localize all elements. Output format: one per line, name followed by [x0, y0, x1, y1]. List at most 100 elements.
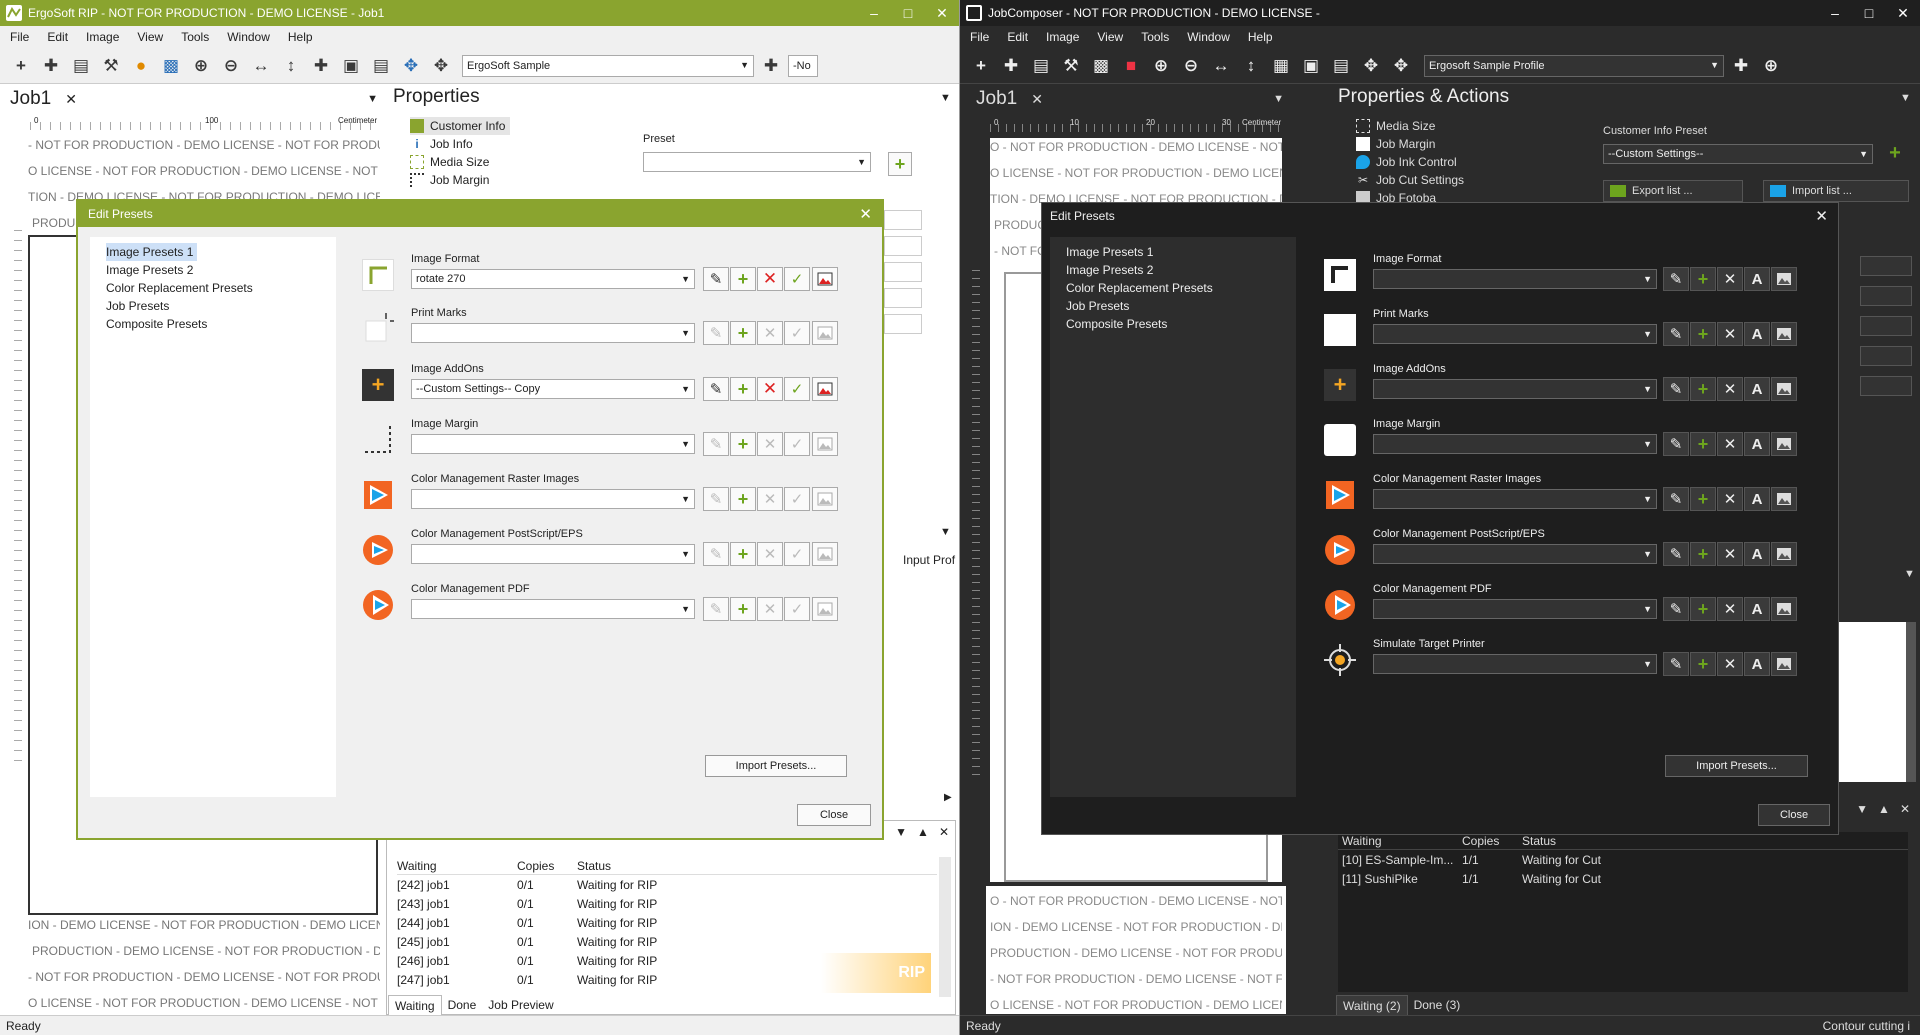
delete-icon[interactable]: ✕ [757, 542, 783, 566]
list-item[interactable]: Color Replacement Presets [1062, 279, 1284, 297]
new-job-icon[interactable]: + [968, 53, 994, 79]
prop-field[interactable] [1860, 256, 1912, 276]
zoom-in-icon[interactable]: ⊕ [1148, 53, 1174, 79]
panel-chevron-icon[interactable]: ▼ [1904, 568, 1915, 580]
table-row[interactable]: [244] job1 0/1 Waiting for RIP [397, 913, 937, 932]
preset-combo[interactable]: ▼ [643, 152, 871, 172]
save-icon[interactable]: ▤ [1028, 53, 1054, 79]
delete-icon[interactable]: ✕ [1717, 652, 1743, 676]
prop-field[interactable] [884, 288, 922, 308]
delete-icon[interactable]: ✕ [757, 487, 783, 511]
prop-item-job-margin[interactable]: Job Margin [410, 171, 630, 189]
rename-icon[interactable]: A [1744, 487, 1770, 511]
zoom-in-icon[interactable]: ⊕ [188, 53, 214, 79]
properties-chevron-icon[interactable]: ▼ [940, 92, 951, 104]
queue-scrollbar[interactable] [939, 857, 951, 997]
scroll-right-icon[interactable]: ▶ [944, 792, 952, 803]
image-preview-icon[interactable] [812, 597, 838, 621]
fit-height-icon[interactable]: ↕ [1238, 53, 1264, 79]
close-button[interactable]: Close [797, 804, 871, 826]
prop-item-media-size[interactable]: Media Size [1356, 117, 1556, 135]
fit-width-icon[interactable]: ↔ [248, 53, 274, 79]
queue-chevron-icon[interactable]: ▼ [1856, 802, 1868, 816]
rename-icon[interactable]: A [1744, 267, 1770, 291]
prop-item-job-info[interactable]: i Job Info [410, 135, 630, 153]
menu-file[interactable]: File [10, 30, 29, 44]
pin-icon[interactable]: ▲ [1878, 802, 1890, 816]
add-image-icon[interactable]: ✚ [998, 53, 1024, 79]
zoom-out-icon[interactable]: ⊖ [1178, 53, 1204, 79]
add-icon[interactable]: + [1690, 487, 1716, 511]
arrange-icon[interactable]: ▤ [368, 53, 394, 79]
minimize-button[interactable]: – [1818, 0, 1852, 26]
edit-icon[interactable]: ✎ [703, 432, 729, 456]
prop-field[interactable] [884, 314, 922, 334]
dialog-close-icon[interactable]: ✕ [859, 205, 872, 223]
prop-item-customer-info[interactable]: Customer Info [410, 117, 510, 135]
maximize-button[interactable]: □ [891, 0, 925, 26]
rename-icon[interactable]: A [1744, 377, 1770, 401]
arrange-icon[interactable]: ▤ [1328, 53, 1354, 79]
list-item[interactable]: Image Presets 2 [102, 261, 324, 279]
preview-scrollbar[interactable] [1906, 622, 1916, 782]
add-icon[interactable]: + [1690, 597, 1716, 621]
layers-icon[interactable]: ▣ [338, 53, 364, 79]
menu-view[interactable]: View [137, 30, 163, 44]
delete-icon[interactable]: ✕ [757, 377, 783, 401]
close-button[interactable]: ✕ [1886, 0, 1920, 26]
grid-icon[interactable]: ▦ [1268, 53, 1294, 79]
image-preview-icon[interactable] [1771, 267, 1797, 291]
delete-icon[interactable]: ✕ [757, 321, 783, 345]
image-preview-icon[interactable] [1771, 652, 1797, 676]
delete-icon[interactable]: ✕ [1717, 542, 1743, 566]
menu-image[interactable]: Image [86, 30, 119, 44]
nesting-icon[interactable]: ✥ [398, 53, 424, 79]
prop-field[interactable] [1860, 376, 1912, 396]
menu-help[interactable]: Help [1248, 30, 1273, 44]
menu-edit[interactable]: Edit [1007, 30, 1028, 44]
edit-icon[interactable]: ✎ [1663, 377, 1689, 401]
tools-icon[interactable]: ⚒ [1058, 53, 1084, 79]
add-icon[interactable]: + [730, 267, 756, 291]
rename-icon[interactable]: ✓ [784, 377, 810, 401]
tab-done[interactable]: Done (3) [1408, 995, 1467, 1017]
edit-icon[interactable]: ✎ [703, 542, 729, 566]
add-icon[interactable]: + [730, 542, 756, 566]
edit-icon[interactable]: ✎ [1663, 322, 1689, 346]
fit-height-icon[interactable]: ↕ [278, 53, 304, 79]
col-header-status[interactable]: Status [577, 859, 697, 873]
rename-icon[interactable]: A [1744, 597, 1770, 621]
close-button[interactable]: Close [1758, 804, 1830, 826]
queue-close-icon[interactable]: ✕ [1900, 802, 1910, 816]
rename-icon[interactable]: ✓ [784, 487, 810, 511]
tab-waiting[interactable]: Waiting [388, 995, 442, 1017]
prop-item-job-cut-settings[interactable]: ✂ Job Cut Settings [1356, 171, 1556, 189]
tab-done[interactable]: Done [442, 995, 483, 1017]
add-image-icon[interactable]: ✚ [38, 53, 64, 79]
move-icon[interactable]: ✥ [1388, 53, 1414, 79]
add-icon[interactable]: + [1690, 432, 1716, 456]
export-list-button[interactable]: Export list ... [1603, 180, 1743, 202]
edit-icon[interactable]: ✎ [1663, 652, 1689, 676]
rename-icon[interactable]: ✓ [784, 432, 810, 456]
dialog-close-icon[interactable]: ✕ [1815, 207, 1828, 225]
list-item[interactable]: Image Presets 1 [102, 243, 324, 261]
image-preview-icon[interactable] [812, 487, 838, 511]
prop-field[interactable] [884, 262, 922, 282]
add-icon[interactable]: + [730, 487, 756, 511]
edit-icon[interactable]: ✎ [703, 321, 729, 345]
tab-menu-chevron-icon[interactable]: ▼ [367, 93, 378, 105]
list-item[interactable]: Image Presets 2 [1062, 261, 1284, 279]
doc-tab-job1[interactable]: Job1 [976, 88, 1017, 110]
printer-combo[interactable]: ErgoSoft Sample ▼ [462, 54, 754, 77]
doc-tab-job1[interactable]: Job1 [10, 88, 51, 110]
table-row[interactable]: [11] SushiPike 1/1 Waiting for Cut [1338, 869, 1908, 888]
add-icon[interactable]: + [730, 432, 756, 456]
prop-field[interactable] [1860, 346, 1912, 366]
print-marks-combo[interactable]: ▼ [1373, 324, 1657, 344]
delete-icon[interactable]: ✕ [1717, 267, 1743, 291]
edit-icon[interactable]: ✎ [703, 267, 729, 291]
import-list-button[interactable]: Import list ... [1763, 180, 1909, 202]
edit-icon[interactable]: ✎ [1663, 542, 1689, 566]
target-icon[interactable]: ⊕ [1758, 53, 1784, 79]
